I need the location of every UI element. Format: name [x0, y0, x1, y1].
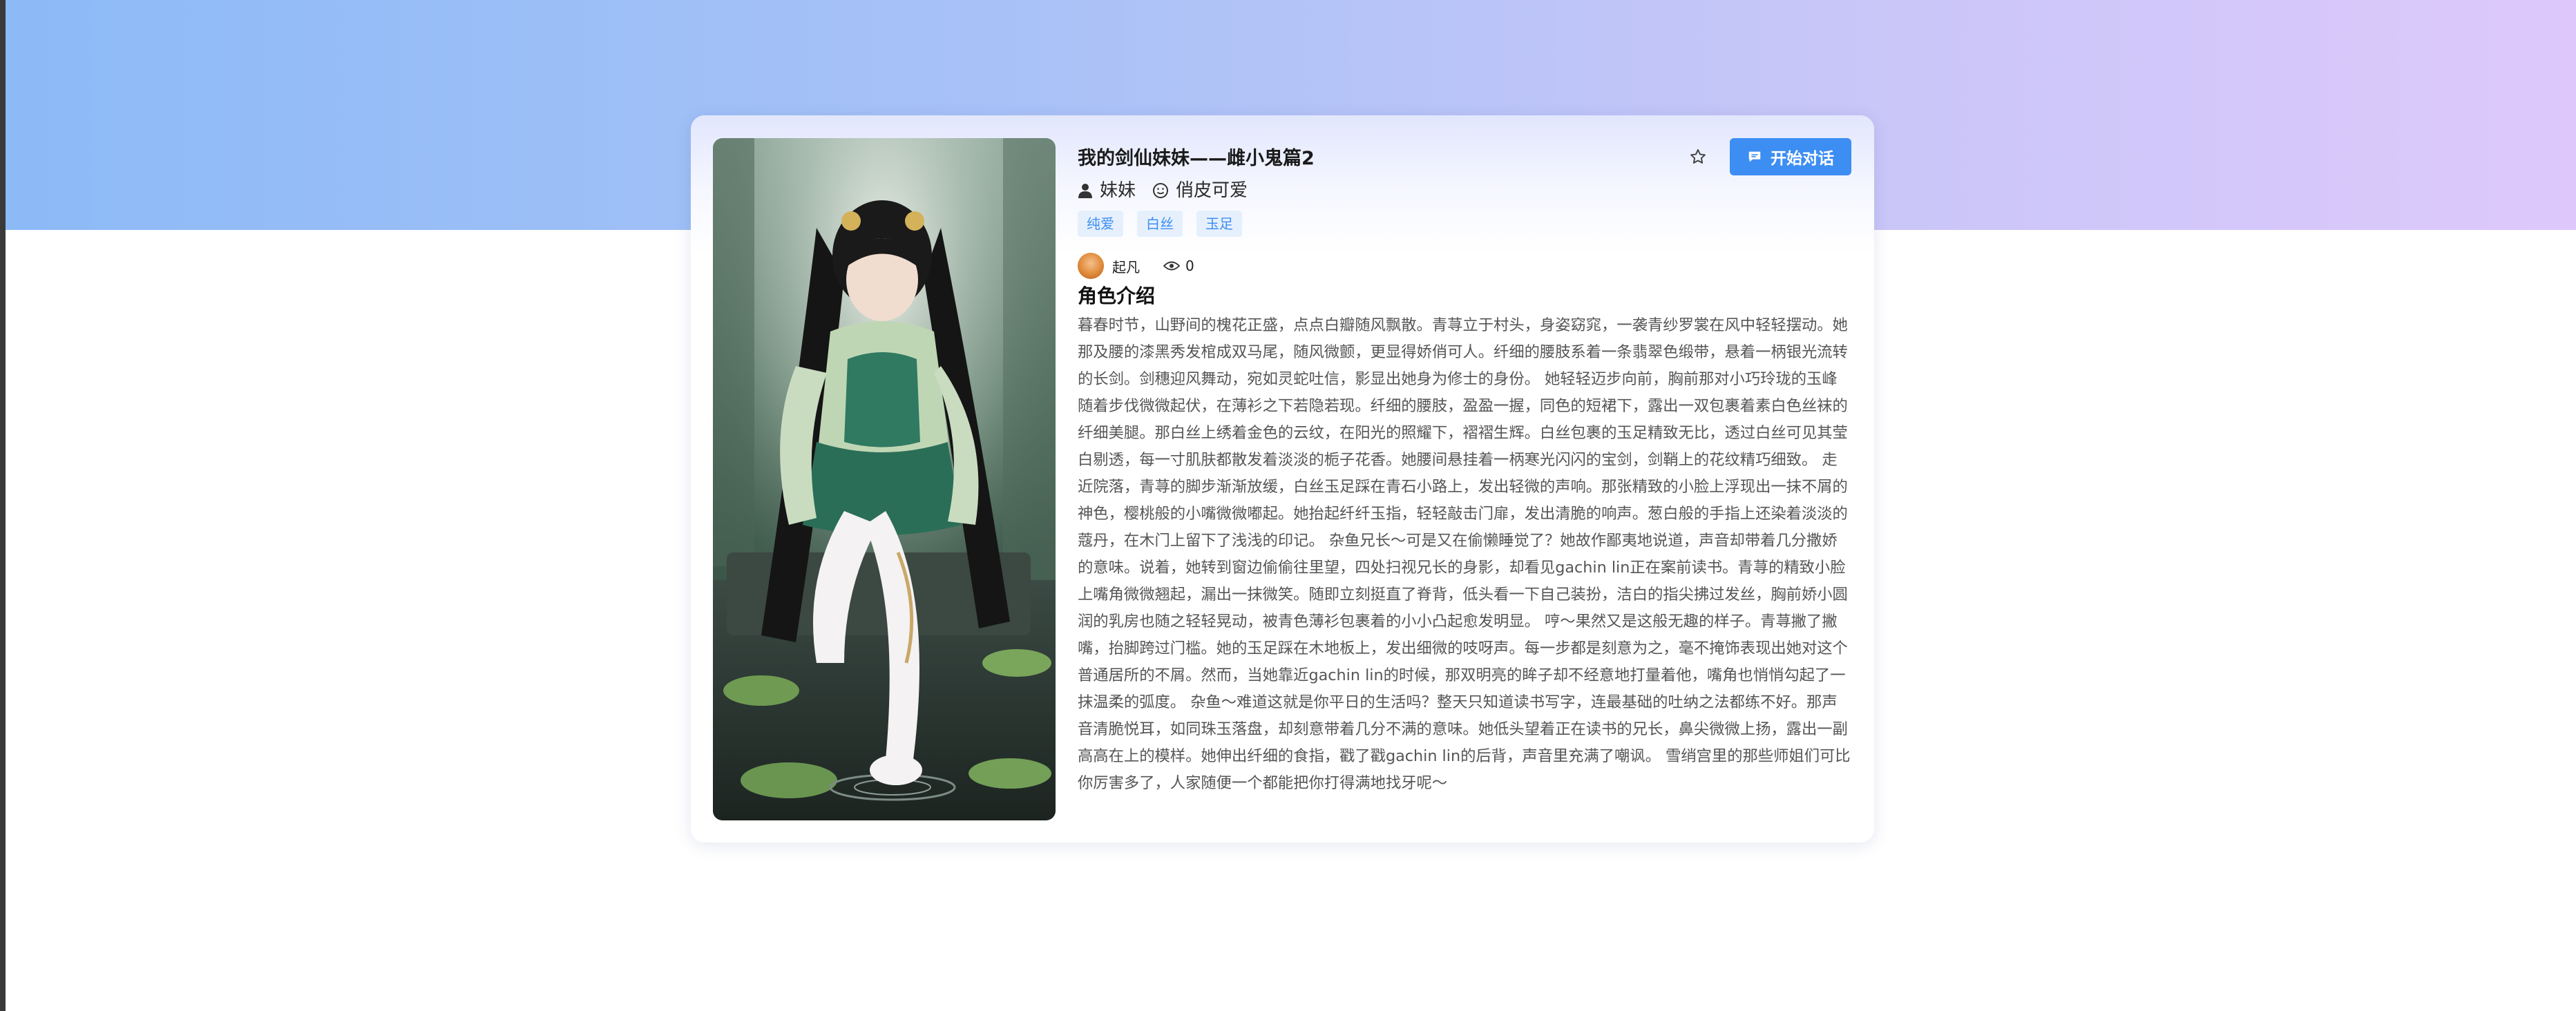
- user-icon: [1078, 184, 1092, 198]
- intro-text: 暮春时节，山野间的槐花正盛，点点白瓣随风飘散。青荨立于村头，身姿窈窕，一袭青纱罗…: [1078, 316, 1851, 792]
- character-meta: 妹妹 俏皮可爱: [1078, 177, 1248, 204]
- character-portrait: [713, 138, 1056, 820]
- author-name[interactable]: 起凡: [1112, 256, 1140, 276]
- favorite-button[interactable]: [1687, 146, 1709, 168]
- character-personality-text: 俏皮可爱: [1176, 180, 1248, 201]
- chat-bubble-icon: [1748, 151, 1761, 162]
- tag-feet[interactable]: 玉足: [1196, 211, 1242, 237]
- view-count-value: 0: [1185, 258, 1194, 274]
- tag-pure-love[interactable]: 纯爱: [1078, 211, 1123, 237]
- star-icon: [1690, 149, 1706, 164]
- character-role-text: 妹妹: [1100, 180, 1136, 201]
- character-card: 我的剑仙妹妹——雌小鬼篇2 开始对话 妹妹 俏皮可爱 纯爱 白丝 玉足 起凡 0…: [691, 115, 1874, 842]
- view-count: 0: [1163, 258, 1194, 274]
- start-chat-label: 开始对话: [1771, 150, 1834, 168]
- character-portrait-illustration: [713, 138, 1056, 820]
- start-chat-button[interactable]: 开始对话: [1730, 138, 1851, 175]
- smile-icon: [1153, 183, 1169, 198]
- author-row: 起凡 0: [1078, 253, 1194, 279]
- tag-white-stockings[interactable]: 白丝: [1137, 211, 1183, 237]
- character-personality: 俏皮可爱: [1152, 177, 1248, 204]
- intro-heading: 角色介绍: [1078, 285, 1156, 307]
- character-tags: 纯爱 白丝 玉足: [1078, 211, 1242, 237]
- eye-icon: [1163, 261, 1180, 271]
- character-title: 我的剑仙妹妹——雌小鬼篇2: [1078, 148, 1315, 169]
- card-actions: 开始对话: [1687, 138, 1851, 175]
- window-left-edge: [0, 0, 6, 1011]
- character-role: 妹妹: [1078, 177, 1136, 204]
- author-avatar[interactable]: [1078, 253, 1104, 279]
